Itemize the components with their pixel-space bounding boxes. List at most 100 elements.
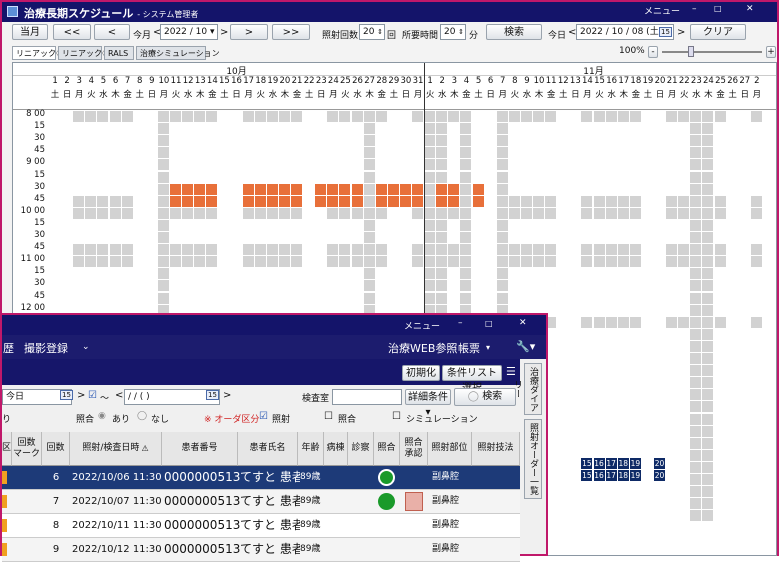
time-slot-cell[interactable] [218,159,230,171]
time-slot-cell[interactable] [654,316,666,328]
time-slot-cell[interactable] [666,304,678,316]
hamburger-icon[interactable]: ☰ [506,365,516,378]
detail-conditions-button[interactable]: 詳細条件▾ [405,389,451,418]
time-slot-cell[interactable] [315,232,327,244]
time-slot-cell[interactable] [702,232,714,244]
time-slot-cell[interactable] [496,292,508,304]
time-slot-cell[interactable] [714,135,726,147]
time-slot-cell[interactable] [617,135,629,147]
time-slot-cell[interactable] [472,147,484,159]
time-slot-cell[interactable] [448,207,460,219]
time-slot-cell[interactable] [49,171,61,183]
time-slot-cell[interactable] [61,207,73,219]
time-slot-cell[interactable] [750,340,762,352]
time-slot-cell[interactable] [726,461,738,473]
time-slot-cell[interactable] [738,123,750,135]
time-slot-cell[interactable] [629,377,641,389]
time-slot-cell[interactable] [327,207,339,219]
time-slot-cell[interactable] [49,268,61,280]
time-slot-cell[interactable] [605,280,617,292]
time-slot-cell[interactable] [569,232,581,244]
time-slot-cell[interactable] [424,232,436,244]
time-slot-cell[interactable] [327,292,339,304]
time-slot-cell[interactable] [520,111,532,123]
time-slot-cell[interactable] [484,111,496,123]
time-slot-cell[interactable] [424,268,436,280]
time-slot-cell[interactable] [750,474,762,486]
time-slot-cell[interactable] [569,389,581,401]
time-slot-cell[interactable] [97,147,109,159]
time-slot-cell[interactable] [605,268,617,280]
time-slot-cell[interactable] [545,111,557,123]
time-slot-cell[interactable] [508,111,520,123]
time-slot-cell[interactable] [750,159,762,171]
time-slot-cell[interactable] [339,183,351,195]
time-slot-cell[interactable] [448,195,460,207]
time-slot-cell[interactable] [399,207,411,219]
time-slot-cell[interactable] [73,159,85,171]
time-slot-cell[interactable] [629,232,641,244]
time-slot-cell[interactable] [363,280,375,292]
time-slot-cell[interactable] [593,292,605,304]
time-slot-cell[interactable] [303,159,315,171]
time-slot-cell[interactable] [182,268,194,280]
condition-list-button[interactable]: 条件リスト選択 [442,365,502,394]
time-slot-cell[interactable] [339,111,351,123]
time-slot-cell[interactable] [714,159,726,171]
time-slot-cell[interactable] [303,219,315,231]
time-slot-cell[interactable] [254,244,266,256]
time-slot-cell[interactable] [157,280,169,292]
time-slot-cell[interactable] [363,219,375,231]
time-slot-cell[interactable] [109,183,121,195]
time-slot-cell[interactable] [617,195,629,207]
time-slot-cell[interactable] [278,280,290,292]
time-slot-cell[interactable] [666,171,678,183]
time-slot-cell[interactable] [617,280,629,292]
time-slot-cell[interactable] [194,147,206,159]
time-slot-cell[interactable] [218,268,230,280]
time-slot-cell[interactable] [726,486,738,498]
time-slot-cell[interactable] [85,207,97,219]
time-slot-cell[interactable] [496,123,508,135]
spinner-icon[interactable]: ⇕ [458,25,464,39]
booked-slot[interactable]: 18 [617,470,629,482]
time-slot-cell[interactable] [387,171,399,183]
time-slot-cell[interactable] [387,280,399,292]
time-slot-cell[interactable] [545,219,557,231]
time-slot-cell[interactable] [49,207,61,219]
time-slot-cell[interactable] [690,171,702,183]
time-slot-cell[interactable] [73,207,85,219]
time-slot-cell[interactable] [569,449,581,461]
time-slot-cell[interactable] [545,123,557,135]
init-button[interactable]: 初期化 [402,365,440,381]
time-slot-cell[interactable] [460,232,472,244]
time-slot-cell[interactable] [666,328,678,340]
time-slot-cell[interactable] [714,365,726,377]
time-slot-cell[interactable] [472,219,484,231]
time-slot-cell[interactable] [278,111,290,123]
time-slot-cell[interactable] [230,292,242,304]
close-icon[interactable]: ✕ [746,4,754,14]
time-slot-cell[interactable] [690,304,702,316]
time-slot-cell[interactable] [230,219,242,231]
time-slot-cell[interactable] [73,147,85,159]
time-slot-cell[interactable] [157,256,169,268]
time-slot-cell[interactable] [109,135,121,147]
time-slot-cell[interactable] [242,219,254,231]
col-header-collation-approval[interactable]: 照合 承認 [400,432,428,466]
time-slot-cell[interactable] [654,207,666,219]
time-slot-cell[interactable] [133,183,145,195]
time-slot-cell[interactable] [750,328,762,340]
time-slot-cell[interactable] [472,280,484,292]
time-slot-cell[interactable] [593,437,605,449]
time-slot-cell[interactable] [424,159,436,171]
zoom-slider[interactable] [662,51,762,53]
zoom-slider-handle[interactable] [688,46,694,57]
time-slot-cell[interactable] [557,292,569,304]
time-slot-cell[interactable] [496,244,508,256]
time-slot-cell[interactable] [726,268,738,280]
time-slot-cell[interactable] [678,474,690,486]
time-slot-cell[interactable] [472,159,484,171]
date-next-arrow[interactable]: > [677,27,685,38]
time-slot-cell[interactable] [629,340,641,352]
